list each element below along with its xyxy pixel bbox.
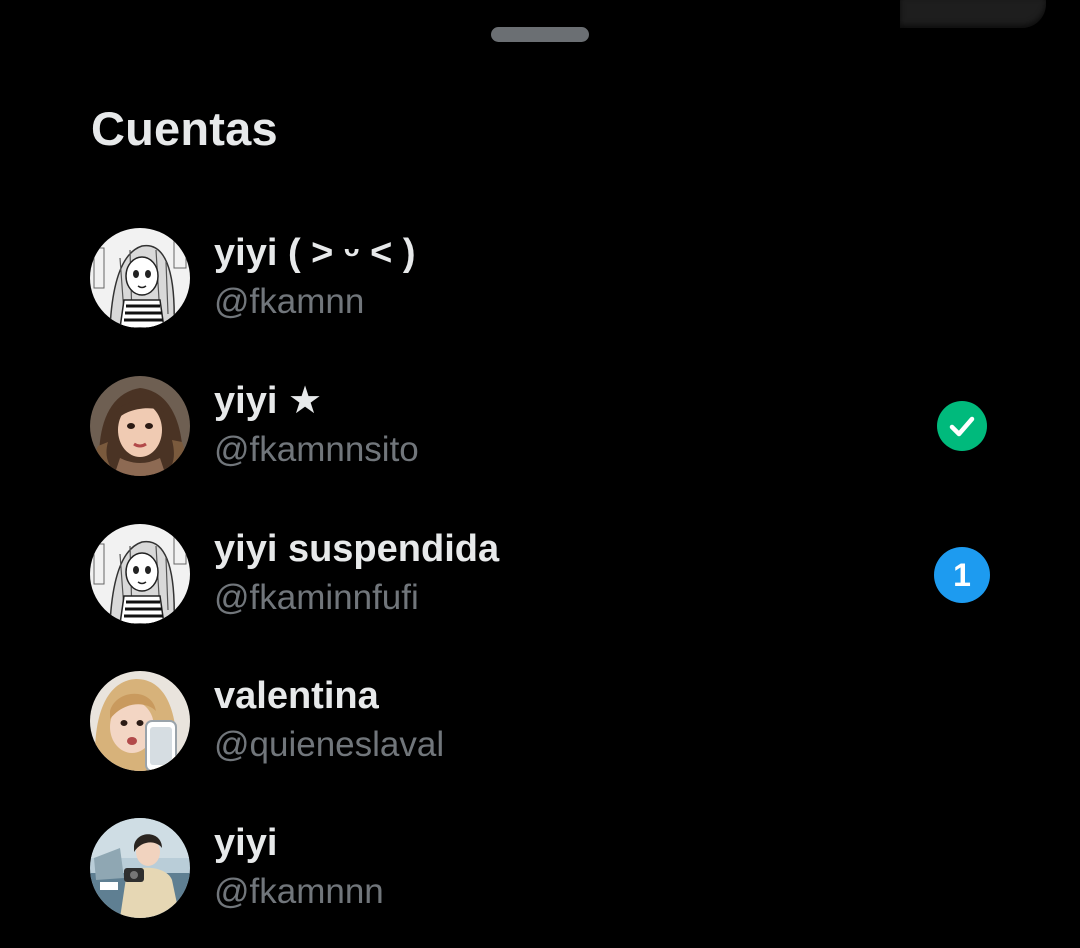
account-username: @quieneslaval <box>214 725 445 764</box>
boy-with-camera-avatar <box>90 818 190 918</box>
account-display-name: yiyi suspendida <box>214 528 500 570</box>
account-row[interactable]: yiyi @fkamnnn <box>0 808 1080 928</box>
notification-count-badge: 1 <box>934 547 990 603</box>
account-row[interactable]: yiyi ( ˃ ᵕ ˂ ) @fkamnn <box>0 218 1080 338</box>
manga-girl-avatar <box>90 524 190 624</box>
account-username: @fkaminnfufi <box>214 578 419 617</box>
background-content-peek <box>900 0 1046 28</box>
account-username: @fkamnnsito <box>214 430 419 469</box>
blonde-girl-avatar <box>90 671 190 771</box>
account-username: @fkamnnn <box>214 872 384 911</box>
account-row-selected[interactable]: yiyi ★ @fkamnnsito <box>0 366 1080 486</box>
sheet-title: Cuentas <box>91 102 278 155</box>
drag-handle[interactable] <box>491 27 589 42</box>
account-display-name: valentina <box>214 675 379 717</box>
account-username: @fkamnn <box>214 282 365 321</box>
girl-portrait-avatar <box>90 376 190 476</box>
check-icon <box>937 401 987 451</box>
account-row[interactable]: valentina @quieneslaval <box>0 661 1080 781</box>
account-row[interactable]: yiyi suspendida @fkaminnfufi 1 <box>0 514 1080 634</box>
account-display-name: yiyi ★ <box>214 380 323 422</box>
account-display-name: yiyi ( ˃ ᵕ ˂ ) <box>214 232 416 274</box>
manga-girl-avatar <box>90 228 190 328</box>
account-display-name: yiyi <box>214 822 278 864</box>
accounts-sheet: Cuentas yiyi ( ˃ ᵕ ˂ ) @fkamnn yiyi ★ @f… <box>0 0 1080 948</box>
